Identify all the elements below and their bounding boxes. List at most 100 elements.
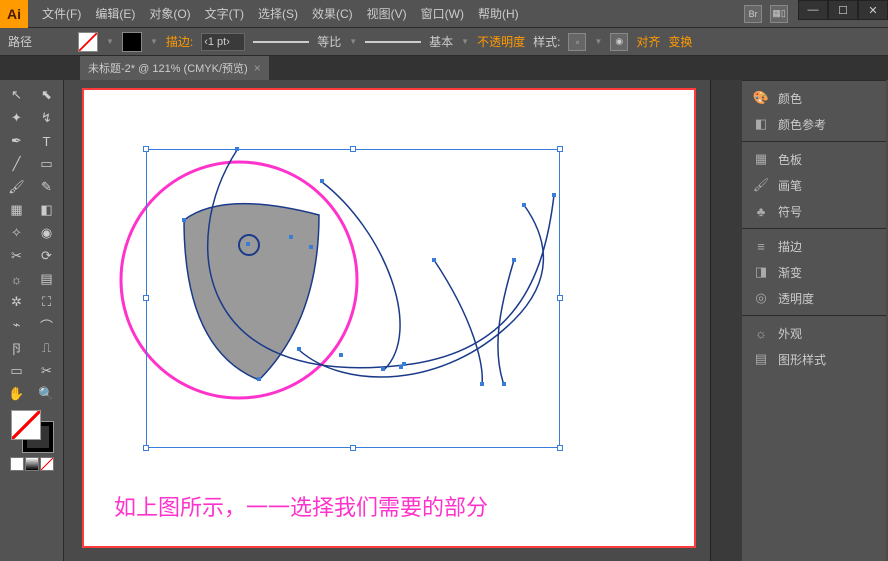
lasso-tool[interactable]: ↯ [32,107,61,129]
line-tool[interactable]: ╱ [2,153,31,175]
menu-select[interactable]: 选择(S) [252,1,304,26]
app-icon: Ai [0,0,28,28]
menu-view[interactable]: 视图(V) [361,1,413,26]
document-tab[interactable]: 未标题-2* @ 121% (CMYK/预览) × [80,56,269,80]
brush-preview[interactable] [365,37,421,47]
collapsed-dock[interactable] [710,80,742,561]
chevron-down-icon: ▼ [349,37,357,46]
pencil-tool[interactable]: ✎ [32,176,61,198]
artboard-tool[interactable]: ▭ [2,360,31,382]
basic-label: 基本 [429,33,453,50]
selection-handle[interactable] [557,146,563,152]
menubar: 文件(F) 编辑(E) 对象(O) 文字(T) 选择(S) 效果(C) 视图(V… [36,1,744,26]
gradient-tool[interactable]: ⛶ [32,291,61,313]
scrollbar-area[interactable] [696,80,710,561]
bridge-icon[interactable]: Br [744,5,762,23]
menu-type[interactable]: 文字(T) [199,1,250,26]
eraser-tool[interactable]: ◧ [32,199,61,221]
stroke-preview[interactable] [253,37,309,47]
align-label[interactable]: 对齐 [636,33,660,50]
opacity-label[interactable]: 不透明度 [477,33,525,50]
chevron-down-icon: ▼ [106,37,114,46]
menu-file[interactable]: 文件(F) [36,1,87,26]
symbol-sprayer-tool[interactable]: 卪 [2,337,31,359]
menu-help[interactable]: 帮助(H) [472,1,525,26]
fill-stroke-control[interactable] [11,410,53,452]
pen-tool[interactable]: ✒ [2,130,31,152]
panel-gradient[interactable]: ◨渐变 [742,259,886,285]
menu-object[interactable]: 对象(O) [143,1,196,26]
color-guide-icon: ◧ [752,115,770,133]
close-button[interactable]: ✕ [858,0,888,20]
slice-tool[interactable]: ✂ [32,360,61,382]
selection-handle[interactable] [557,295,563,301]
selection-handle[interactable] [143,445,149,451]
selection-handle[interactable] [350,445,356,451]
graphic-styles-icon: ▤ [752,350,770,368]
style-label: 样式: [533,33,560,50]
shape-builder-tool[interactable]: ☼ [2,268,31,290]
color-mode-icon[interactable] [10,457,24,471]
panel-label: 符号 [778,203,802,220]
transparency-icon: ◎ [752,289,770,307]
panel-label: 颜色参考 [778,116,826,133]
stroke-label[interactable]: 描边: [166,33,193,50]
gradient-mode-icon[interactable] [25,457,39,471]
selection-handle[interactable] [557,445,563,451]
mesh-tool[interactable]: ✲ [2,291,31,313]
transform-label[interactable]: 变换 [668,33,692,50]
eyedropper-tool[interactable]: ⌁ [2,314,31,336]
maximize-button[interactable]: ☐ [828,0,858,20]
stroke-swatch[interactable] [122,32,142,52]
blend-tool[interactable]: ⌒ [32,314,61,336]
panel-swatches[interactable]: ▦色板 [742,146,886,172]
magic-wand-tool[interactable]: ✦ [2,107,31,129]
paintbrush-tool[interactable]: 🖌 [2,176,31,198]
panel-symbols[interactable]: ♣ 符号 [742,198,886,224]
panel-stroke[interactable]: ≡描边 [742,233,886,259]
selection-handle[interactable] [350,146,356,152]
free-transform-tool[interactable]: ⟳ [32,245,61,267]
blob-brush-tool[interactable]: ▦ [2,199,31,221]
rectangle-tool[interactable]: ▭ [32,153,61,175]
arrange-icon[interactable]: ▦▯ [770,5,788,23]
zoom-tool[interactable]: 🔍 [32,383,61,405]
type-tool[interactable]: T [32,130,61,152]
document-tab-bar: 未标题-2* @ 121% (CMYK/预览) × [0,56,888,80]
titlebar: Ai 文件(F) 编辑(E) 对象(O) 文字(T) 选择(S) 效果(C) 视… [0,0,888,28]
panel-label: 外观 [778,325,802,342]
canvas-caption: 如上图所示，一一选择我们需要的部分 [114,490,488,522]
options-bar: 路径 ▼ ▼ 描边: ‹ 1 pt › 等比 ▼ 基本 ▼ 不透明度 样式: ▫… [0,28,888,56]
selection-bounding-box[interactable] [146,149,560,448]
tab-close-icon[interactable]: × [254,61,261,75]
symbol-icon: ♣ [752,202,770,220]
none-mode-icon[interactable] [40,457,54,471]
panel-label: 画笔 [778,177,802,194]
fill-color-icon[interactable] [11,410,41,440]
hand-tool[interactable]: ✋ [2,383,31,405]
selection-tool[interactable]: ↖ [2,84,31,106]
style-swatch[interactable]: ▫ [568,33,586,51]
scale-tool[interactable]: ◉ [32,222,61,244]
selection-handle[interactable] [143,295,149,301]
minimize-button[interactable]: — [798,0,828,20]
panel-graphic-styles[interactable]: ▤图形样式 [742,346,886,372]
panel-color-guide[interactable]: ◧ 颜色参考 [742,111,886,137]
width-tool[interactable]: ✂ [2,245,31,267]
fill-swatch[interactable] [78,32,98,52]
selection-handle[interactable] [143,146,149,152]
column-graph-tool[interactable]: ⎍ [32,337,61,359]
perspective-tool[interactable]: ▤ [32,268,61,290]
stroke-weight-input[interactable]: ‹ 1 pt › [201,33,245,51]
rotate-tool[interactable]: ✧ [2,222,31,244]
direct-selection-tool[interactable]: ⬉ [32,84,61,106]
recolor-icon[interactable]: ◉ [610,33,628,51]
menu-window[interactable]: 窗口(W) [415,1,470,26]
panel-brushes[interactable]: 🖌画笔 [742,172,886,198]
panel-appearance[interactable]: ☼外观 [742,320,886,346]
canvas[interactable]: 如上图所示，一一选择我们需要的部分 [82,88,696,548]
panel-color[interactable]: 🎨颜色 [742,85,886,111]
menu-effect[interactable]: 效果(C) [306,1,359,26]
panel-transparency[interactable]: ◎透明度 [742,285,886,311]
menu-edit[interactable]: 编辑(E) [89,1,141,26]
